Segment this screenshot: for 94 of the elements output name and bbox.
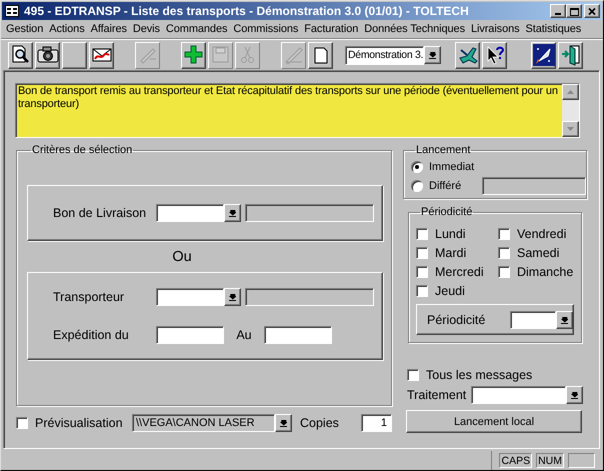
- app-icon: [5, 5, 19, 17]
- down-arrow-icon: [229, 209, 236, 217]
- carrier-dropdown[interactable]: [156, 288, 224, 306]
- checkbox[interactable]: [498, 228, 510, 240]
- field-label: Au: [235, 328, 253, 342]
- dropdown-button[interactable]: [224, 288, 241, 306]
- scrollbar[interactable]: [562, 84, 579, 137]
- checkbox-label: Jeudi: [435, 284, 465, 298]
- rocket-icon: [532, 44, 554, 66]
- menu-item[interactable]: Livraisons: [468, 23, 523, 35]
- checkbox[interactable]: [16, 417, 28, 429]
- down-arrow-icon: [571, 391, 578, 399]
- toolbar-button[interactable]: [89, 42, 114, 68]
- dropdown-button[interactable]: [566, 386, 583, 404]
- date-field[interactable]: [156, 326, 224, 344]
- checkbox[interactable]: [416, 284, 428, 296]
- up-arrow-icon: [567, 90, 574, 94]
- down-arrow-icon: [280, 419, 287, 427]
- run-button[interactable]: Lancement local: [406, 410, 582, 433]
- checkbox[interactable]: [498, 246, 510, 258]
- maximize-button[interactable]: [566, 4, 582, 18]
- separator-label: Ou: [171, 248, 193, 266]
- menu-item[interactable]: Données Techniques: [361, 23, 468, 35]
- printer-dropdown[interactable]: \\VEGA\CANON LASER: [132, 414, 275, 432]
- checkbox-label: Prévisualisation: [35, 416, 123, 430]
- toolbar-button[interactable]: [35, 42, 60, 68]
- checkbox-label: Mardi: [435, 246, 466, 260]
- field-label: Expédition du: [53, 328, 130, 342]
- toolbar-button[interactable]: [531, 42, 556, 68]
- window-title: 495 - EDTRANSP - Liste des transports - Démonstration 3.0 (01/01) - TOLTECH: [24, 4, 470, 18]
- field-label: Périodicité: [427, 312, 486, 326]
- menu-item[interactable]: Gestion: [3, 23, 46, 35]
- toolbar-button[interactable]: [558, 42, 583, 68]
- checkbox[interactable]: [416, 246, 428, 258]
- checkbox-label: Tous les messages: [426, 368, 532, 382]
- group-title: Lancement: [415, 144, 472, 156]
- dropdown-button[interactable]: [275, 414, 292, 432]
- status-panel: [568, 453, 595, 468]
- checkbox-label: Dimanche: [517, 264, 574, 278]
- radio-label: Immediat: [429, 160, 476, 172]
- maximize-icon: [569, 6, 579, 16]
- toolbar-button[interactable]: [8, 42, 33, 68]
- checkbox[interactable]: [416, 228, 428, 240]
- plus-icon: [182, 44, 204, 66]
- exit-door-icon: [560, 44, 582, 66]
- description-box[interactable]: Bon de transport remis au transporteur et Etat récapitulatif des transports sur une période (éventuellement pour un transporteur): [15, 83, 580, 138]
- field-label: Bon de Livraison: [53, 206, 148, 220]
- checkbox[interactable]: [498, 266, 510, 278]
- checkbox-label: Vendredi: [517, 226, 566, 240]
- field-label: Copies: [300, 416, 340, 430]
- description-text: Bon de transport remis au transporteur et Etat récapitulatif des transports sur une période (éventuellement pour un transporteur): [17, 84, 559, 112]
- delivery-note-dropdown[interactable]: [156, 204, 224, 222]
- toolbar-button[interactable]: [62, 42, 87, 68]
- dropdown-button[interactable]: [224, 204, 241, 222]
- menu-item[interactable]: Actions: [46, 23, 88, 35]
- menu-item[interactable]: Facturation: [301, 23, 362, 35]
- radio-button[interactable]: [411, 160, 423, 172]
- company-dropdown[interactable]: Démonstration 3.: [345, 46, 424, 64]
- toolbar-button[interactable]: [308, 42, 333, 68]
- menu-item[interactable]: Commandes: [162, 23, 230, 35]
- checkbox[interactable]: [416, 266, 428, 278]
- processing-dropdown[interactable]: [471, 386, 566, 404]
- copies-field[interactable]: 1: [361, 414, 392, 432]
- field-label: Traitement: [407, 388, 468, 402]
- toolbar-button[interactable]: [455, 42, 480, 68]
- menu-item[interactable]: Devis: [130, 23, 163, 35]
- group-title: Critères de sélection: [31, 144, 134, 156]
- field-label: Transporteur: [53, 290, 126, 304]
- down-arrow-icon: [429, 50, 436, 58]
- toolbar-button[interactable]: [181, 42, 206, 68]
- down-arrow-icon: [229, 293, 236, 301]
- checkbox[interactable]: [407, 369, 419, 381]
- radio-button[interactable]: [411, 180, 423, 192]
- close-button[interactable]: [584, 4, 600, 18]
- group-title: Périodicité: [420, 206, 474, 218]
- toolbar-button[interactable]: [482, 42, 507, 68]
- menu-item[interactable]: Commissions: [230, 23, 302, 35]
- status-indicator: CAPS: [499, 453, 532, 468]
- checkbox-label: Lundi: [435, 226, 466, 240]
- radio-label: Différé: [429, 180, 462, 192]
- checkbox-label: Mercredi: [435, 264, 484, 278]
- minimize-icon: [555, 13, 561, 15]
- minimize-button[interactable]: [550, 4, 566, 18]
- down-arrow-icon: [561, 316, 568, 324]
- dropdown-button[interactable]: [424, 46, 441, 64]
- dropdown-button[interactable]: [556, 310, 573, 328]
- down-arrow-icon: [567, 127, 574, 131]
- status-indicator: NUM: [536, 453, 564, 468]
- checkbox-label: Samedi: [517, 246, 560, 260]
- date-field[interactable]: [264, 326, 332, 344]
- close-icon: [587, 6, 597, 16]
- menu-item[interactable]: Affaires: [88, 23, 130, 35]
- menu-item[interactable]: Statistiques: [522, 23, 584, 35]
- frequency-dropdown[interactable]: [510, 310, 556, 328]
